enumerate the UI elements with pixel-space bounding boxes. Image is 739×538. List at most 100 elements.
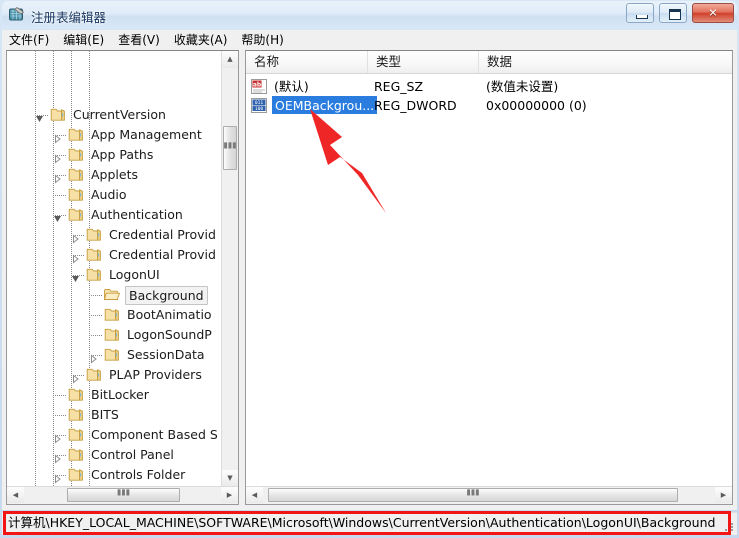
tree-scroll-left-button[interactable]: ◀ — [7, 487, 24, 503]
tree-connector-line — [89, 295, 102, 296]
table-row[interactable]: 011 100 OEMBackgrou... REG_DWORD 0x00000… — [246, 96, 716, 115]
chevron-right-icon[interactable] — [53, 450, 62, 464]
folder-icon — [86, 368, 102, 382]
tree-connector-line — [89, 315, 102, 316]
menu-favorites[interactable]: 收藏夹(A) — [167, 30, 235, 49]
table-row[interactable]: ab (默认) REG_SZ (数值未设置) — [246, 77, 716, 96]
value-type: REG_SZ — [374, 79, 424, 94]
values-scroll-left-button[interactable]: ◀ — [246, 487, 263, 503]
folder-icon — [86, 228, 102, 242]
value-type: REG_DWORD — [374, 98, 457, 113]
folder-icon — [68, 448, 84, 462]
menu-file[interactable]: 文件(F) — [2, 30, 56, 49]
tree-node-label: PLAP Providers — [109, 367, 202, 382]
folder-icon — [104, 328, 120, 342]
value-data: 0x00000000 (0) — [486, 98, 587, 113]
tree-connector-line — [53, 415, 66, 416]
menu-help[interactable]: 帮助(H) — [234, 30, 290, 49]
maximize-button[interactable] — [659, 3, 688, 23]
folder-icon — [50, 108, 66, 122]
red-pointer-arrow — [296, 103, 456, 218]
tree-node-label: BitLocker — [91, 387, 149, 402]
chevron-right-icon[interactable] — [71, 230, 80, 244]
svg-text:011: 011 — [255, 100, 264, 106]
chevron-right-icon[interactable] — [71, 250, 80, 264]
folder-icon — [68, 188, 84, 202]
string-value-icon: ab — [251, 79, 267, 94]
maximize-icon — [669, 9, 682, 20]
tree-scrollbar-thumb[interactable]: ▮▮▮ — [223, 126, 237, 170]
minimize-icon — [636, 15, 649, 19]
tree-node-label: Credential Provid — [109, 247, 216, 262]
folder-icon — [68, 468, 84, 482]
tree-node-label: Component Based S — [91, 427, 218, 442]
chevron-right-icon[interactable] — [53, 470, 62, 484]
chevron-down-icon[interactable] — [53, 210, 62, 222]
svg-text:ab: ab — [253, 82, 262, 89]
tree-node-label: BITS — [91, 407, 119, 422]
menu-view[interactable]: 查看(V) — [111, 30, 167, 49]
tree-node-label: Background — [125, 286, 208, 305]
binary-value-icon: 011 100 — [251, 98, 267, 113]
title-bar[interactable]: 注册表编辑器 ✕ — [0, 0, 739, 30]
registry-editor-icon — [8, 6, 25, 23]
values-horizontal-scrollbar[interactable]: ◀ ▮▮▮ ▶ — [246, 486, 732, 504]
tree-vertical-scrollbar[interactable]: ▲ ▮▮▮ ▼ — [221, 51, 238, 487]
registry-tree-pane[interactable]: CurrentVersion App Management App Paths App… — [6, 50, 239, 505]
value-data: (数值未设置) — [486, 79, 559, 94]
chevron-down-icon[interactable] — [71, 270, 80, 282]
folder-icon — [68, 148, 84, 162]
tree-node-label: Credential Provid — [109, 227, 216, 242]
folder-icon — [68, 428, 84, 442]
values-column-header: 名称 类型 数据 — [246, 51, 732, 74]
folder-open-icon — [103, 288, 121, 302]
values-scroll-right-button[interactable]: ▶ — [715, 487, 732, 503]
folder-icon — [68, 388, 84, 402]
chevron-down-icon[interactable] — [35, 110, 44, 122]
value-name: OEMBackgrou... — [272, 96, 378, 114]
chevron-right-icon[interactable] — [53, 170, 62, 184]
tree-scroll-up-button[interactable]: ▲ — [222, 51, 238, 68]
tree-horizontal-scrollbar[interactable]: ◀ ▮▮▮ ▶ — [7, 486, 238, 504]
folder-icon — [68, 208, 84, 222]
minimize-button[interactable] — [626, 3, 655, 23]
chevron-right-icon[interactable] — [53, 150, 62, 164]
tree-node-label: LogonSoundP — [127, 327, 212, 342]
tree-node-label: Authentication — [91, 207, 183, 222]
menu-bar: 文件(F) 编辑(E) 查看(V) 收藏夹(A) 帮助(H) — [2, 30, 737, 50]
registry-tree[interactable]: CurrentVersion App Management App Paths App… — [7, 51, 223, 488]
tree-node-label: Applets — [91, 167, 138, 182]
column-header-type[interactable]: 类型 — [368, 51, 479, 73]
tree-node-label: Control Panel — [91, 447, 174, 462]
tree-node-label: LogonUI — [109, 267, 160, 282]
tree-node-label: Audio — [91, 187, 127, 202]
chevron-right-icon[interactable] — [53, 430, 62, 444]
folder-icon — [86, 248, 102, 262]
chevron-right-icon[interactable] — [53, 130, 62, 144]
svg-text:100: 100 — [255, 106, 264, 112]
values-hscrollbar-thumb[interactable]: ▮▮▮ — [268, 488, 678, 502]
folder-icon — [86, 268, 102, 282]
column-header-data[interactable]: 数据 — [479, 51, 732, 73]
tree-scroll-right-button[interactable]: ▶ — [221, 487, 238, 503]
menu-edit[interactable]: 编辑(E) — [56, 30, 111, 49]
values-hscrollbar-grip: ▮▮▮ — [466, 487, 480, 497]
tree-node-label: CurrentVersion — [73, 107, 166, 122]
tree-scrollbar-grip: ▮▮▮ — [223, 140, 237, 150]
tree-node-label: Controls Folder — [91, 467, 186, 482]
registry-values-pane[interactable]: 名称 类型 数据 ab (默认) REG_SZ (数值未设置) 011 100 … — [245, 50, 733, 505]
tree-node-label: BootAnimatio — [127, 307, 212, 322]
tree-hscrollbar-thumb[interactable]: ▮▮▮ — [67, 488, 180, 502]
window-title: 注册表编辑器 — [31, 10, 107, 25]
chevron-right-icon[interactable] — [71, 370, 80, 384]
folder-icon — [68, 168, 84, 182]
resize-grip-icon[interactable] — [722, 521, 735, 534]
close-button[interactable]: ✕ — [692, 3, 734, 23]
chevron-right-icon[interactable] — [89, 350, 98, 364]
column-header-name[interactable]: 名称 — [246, 51, 368, 73]
tree-scroll-down-button[interactable]: ▼ — [222, 470, 238, 487]
client-area: CurrentVersion App Management App Paths App… — [2, 50, 737, 510]
registry-path-text: 计算机\HKEY_LOCAL_MACHINE\SOFTWARE\Microsof… — [8, 515, 716, 530]
registry-editor-window: 注册表编辑器 ✕ 文件(F) 编辑(E) 查看(V) 收藏夹(A) 帮助(H) Curr… — [0, 0, 739, 538]
window-controls: ✕ — [625, 3, 734, 25]
